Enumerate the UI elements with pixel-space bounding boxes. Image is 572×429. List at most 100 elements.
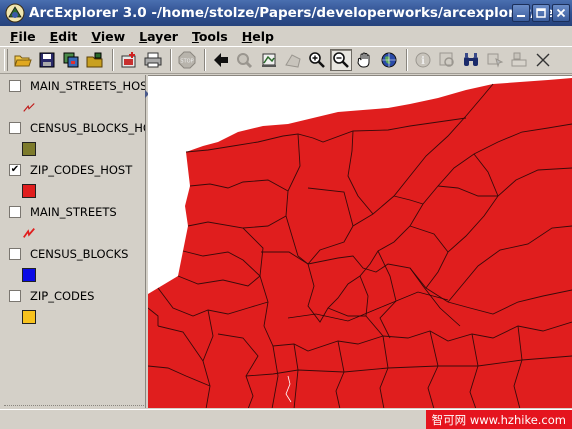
toolbar-separator	[170, 49, 172, 71]
pan-hand-icon	[357, 52, 370, 68]
zoom-layer-button[interactable]	[282, 49, 304, 71]
svg-text:STOP: STOP	[180, 59, 193, 65]
fill-symbol-swatch	[22, 142, 36, 156]
full-extent-button[interactable]	[258, 49, 280, 71]
back-button[interactable]	[210, 49, 232, 71]
toolbar: STOP i	[0, 46, 572, 74]
layer-visibility-checkbox[interactable]	[9, 206, 21, 218]
arcexplorer-logo-icon	[5, 3, 25, 23]
toolbar-separator	[112, 49, 114, 71]
layer-item-main-streets[interactable]: MAIN_STREETS	[9, 205, 145, 243]
layer-item-zip-codes[interactable]: ZIP_CODES	[9, 289, 145, 324]
open-layer-button[interactable]	[84, 49, 106, 71]
open-layer-icon	[86, 52, 103, 68]
add-layer-icon	[121, 52, 136, 68]
window-title: ArcExplorer 3.0 -/home/stolze/Papers/dev…	[29, 5, 569, 21]
identify-button[interactable]: i	[412, 49, 434, 71]
layer-item-zip-codes-host[interactable]: ✔ ZIP_CODES_HOST	[9, 163, 145, 198]
menu-label: ayer	[147, 28, 178, 44]
line-symbol-icon	[23, 228, 35, 238]
menu-label: iew	[100, 28, 126, 44]
find-binoculars-icon	[464, 53, 478, 66]
open-folder-icon	[14, 55, 32, 67]
pan-button[interactable]	[354, 49, 376, 71]
layer-name: MAIN_STREETS	[30, 205, 117, 219]
measure-button[interactable]	[508, 49, 530, 71]
zip-code-polygons[interactable]	[148, 78, 572, 408]
layer-name: ZIP_CODES	[30, 289, 95, 303]
close-icon	[556, 8, 566, 18]
layer-visibility-checkbox[interactable]: ✔	[9, 164, 21, 176]
fill-symbol-swatch	[22, 310, 36, 324]
minimize-icon	[517, 15, 525, 17]
measure-icon	[511, 52, 527, 67]
layer-item-census-blocks[interactable]: CENSUS_BLOCKS	[9, 247, 145, 282]
close-button[interactable]	[552, 4, 570, 22]
menu-mnemonic: T	[191, 28, 199, 44]
layer-item-main-streets-host[interactable]: MAIN_STREETS_HOS	[9, 79, 146, 117]
identify-icon: i	[415, 52, 431, 68]
zoom-layer-icon	[285, 54, 301, 68]
menu-mnemonic: V	[91, 28, 101, 44]
map-view[interactable]	[148, 75, 572, 408]
stop-button[interactable]: STOP	[176, 49, 198, 71]
globe-button[interactable]	[378, 49, 400, 71]
select-button[interactable]	[484, 49, 506, 71]
forward-button[interactable]	[234, 49, 256, 71]
add-layer-button[interactable]	[118, 49, 140, 71]
minimize-button[interactable]	[512, 4, 530, 22]
menu-edit[interactable]: Edit	[44, 29, 86, 44]
layer-name: CENSUS_BLOCKS_HO	[30, 121, 146, 135]
menu-mnemonic: F	[10, 28, 19, 44]
menu-view[interactable]: View	[85, 29, 133, 44]
open-button[interactable]	[12, 49, 34, 71]
layer-item-census-blocks-host[interactable]: CENSUS_BLOCKS_HO	[9, 121, 146, 156]
layer-name: ZIP_CODES_HOST	[30, 163, 133, 177]
menu-mnemonic: H	[241, 28, 253, 44]
full-extent-icon	[262, 53, 276, 67]
layer-name: CENSUS_BLOCKS	[30, 247, 129, 261]
zoom-out-icon	[333, 52, 349, 68]
check-mark-icon: ✔	[10, 164, 20, 175]
menu-mnemonic: L	[139, 28, 148, 44]
title-bar: ArcExplorer 3.0 -/home/stolze/Papers/dev…	[0, 0, 572, 26]
save-icon	[39, 52, 55, 68]
globe-icon	[381, 52, 397, 68]
save-button[interactable]	[36, 49, 58, 71]
fill-symbol-swatch	[22, 184, 36, 198]
layer-properties-icon	[63, 52, 79, 68]
maximize-button[interactable]	[532, 4, 550, 22]
clear-icon	[536, 53, 550, 67]
maximize-icon	[536, 8, 546, 18]
stop-icon: STOP	[178, 51, 196, 69]
line-symbol-icon	[23, 103, 35, 112]
menu-tools[interactable]: Tools	[186, 29, 236, 44]
print-icon	[144, 52, 162, 68]
menu-label: elp	[252, 28, 274, 44]
fill-symbol-swatch	[22, 268, 36, 282]
query-button[interactable]	[436, 49, 458, 71]
layer-visibility-checkbox[interactable]	[9, 122, 21, 134]
layer-visibility-checkbox[interactable]	[9, 248, 21, 260]
menu-bar: File Edit View Layer Tools Help	[0, 26, 572, 46]
zoom-out-button[interactable]	[330, 49, 352, 71]
layer-visibility-checkbox[interactable]	[9, 80, 21, 92]
menu-label: ile	[18, 28, 36, 44]
zip-codes-map[interactable]	[148, 76, 572, 408]
forward-arrow-icon	[237, 53, 253, 69]
status-bar: 智可网 www.hzhike.com	[0, 409, 572, 429]
svg-text:i: i	[421, 56, 425, 67]
menu-label: ools	[198, 28, 228, 44]
layer-visibility-checkbox[interactable]	[9, 290, 21, 302]
clear-button[interactable]	[532, 49, 554, 71]
toolbar-separator	[406, 49, 408, 71]
find-button[interactable]	[460, 49, 482, 71]
menu-file[interactable]: File	[4, 29, 44, 44]
print-button[interactable]	[142, 49, 164, 71]
menu-help[interactable]: Help	[236, 29, 282, 44]
layer-name: MAIN_STREETS_HOS	[30, 79, 146, 93]
layer-properties-button[interactable]	[60, 49, 82, 71]
zoom-in-button[interactable]	[306, 49, 328, 71]
toolbar-grip[interactable]	[4, 49, 8, 71]
menu-layer[interactable]: Layer	[133, 29, 186, 44]
